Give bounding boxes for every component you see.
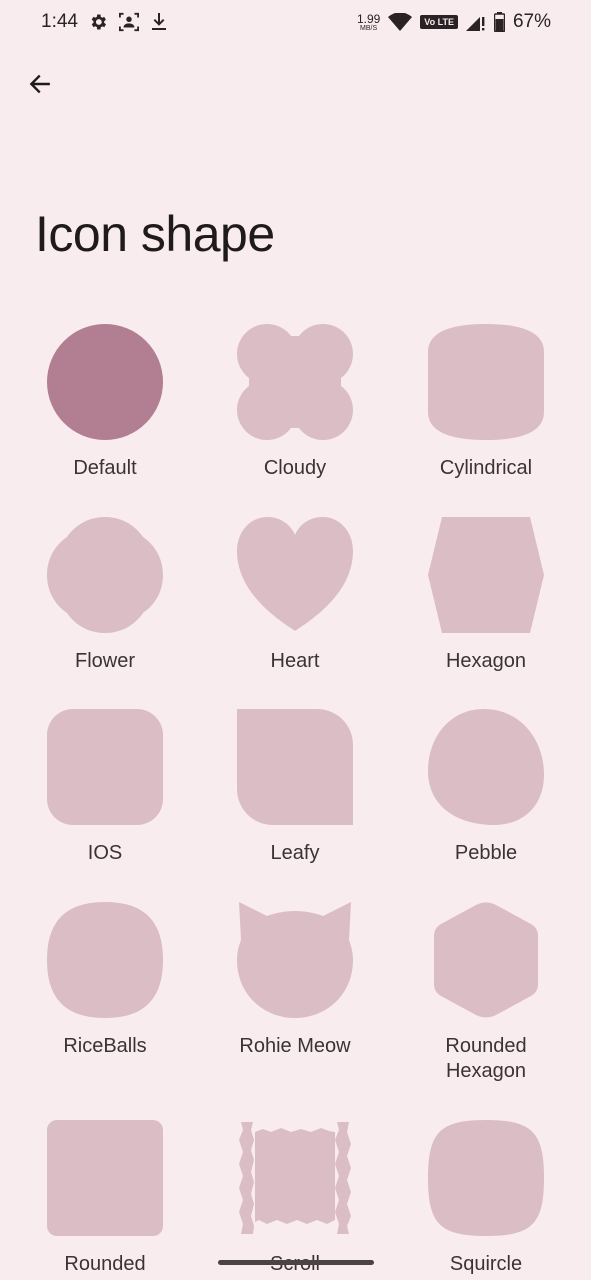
shape-option-heart[interactable]: Heart bbox=[205, 517, 385, 702]
cylindrical-shape-icon bbox=[428, 324, 544, 440]
shape-option-cloudy[interactable]: Cloudy bbox=[205, 324, 385, 509]
shape-option-flower[interactable]: Flower bbox=[15, 517, 195, 702]
icon-shape-screen: 1:44 1.99 MB/S Vo LTE 67% Icon shape Def… bbox=[0, 0, 591, 1280]
shape-label: Squircle bbox=[449, 1253, 523, 1275]
shape-option-rounded-hexagon[interactable]: Rounded Hexagon bbox=[396, 902, 576, 1087]
rohie-meow-shape-icon bbox=[237, 902, 353, 1018]
flower-shape-icon bbox=[47, 517, 163, 633]
shape-option-ios[interactable]: IOS bbox=[15, 709, 195, 894]
scroll-shape-icon bbox=[239, 1122, 351, 1234]
ios-shape-icon bbox=[47, 709, 163, 825]
shape-option-squircle[interactable]: Squircle bbox=[396, 1120, 576, 1280]
shape-label: Rounded Hexagon bbox=[445, 1035, 527, 1082]
heart-shape-icon bbox=[237, 517, 353, 631]
cloudy-shape-icon bbox=[237, 324, 353, 440]
rounded-hexagon-shape-icon bbox=[434, 902, 538, 1018]
shape-label: Cloudy bbox=[263, 457, 327, 479]
hexagon-shape-icon bbox=[428, 517, 544, 633]
rounded-shape-icon bbox=[47, 1120, 163, 1236]
shape-label: Rounded bbox=[64, 1253, 146, 1275]
shape-label: Default bbox=[73, 457, 137, 479]
shape-label: Pebble bbox=[454, 842, 518, 864]
shape-option-pebble[interactable]: Pebble bbox=[396, 709, 576, 894]
shape-label: Rohie Meow bbox=[239, 1035, 351, 1057]
shape-grid: Default Cloudy Cylindrical Flower Heart … bbox=[0, 0, 591, 1280]
shape-label: Cylindrical bbox=[439, 457, 533, 479]
pebble-shape-icon bbox=[428, 709, 544, 825]
riceballs-shape-icon bbox=[47, 902, 163, 1018]
squircle-shape-icon bbox=[428, 1120, 544, 1236]
shape-label: RiceBalls bbox=[63, 1035, 147, 1057]
shape-label: IOS bbox=[87, 842, 123, 864]
shape-option-rohie-meow[interactable]: Rohie Meow bbox=[205, 902, 385, 1087]
shape-option-rounded[interactable]: Rounded bbox=[15, 1120, 195, 1280]
default-shape-icon bbox=[47, 324, 163, 440]
shape-option-cylindrical[interactable]: Cylindrical bbox=[396, 324, 576, 509]
shape-option-hexagon[interactable]: Hexagon bbox=[396, 517, 576, 702]
shape-label: Hexagon bbox=[445, 650, 527, 672]
shape-option-riceballs[interactable]: RiceBalls bbox=[15, 902, 195, 1087]
shape-option-default[interactable]: Default bbox=[15, 324, 195, 509]
gesture-nav-handle[interactable] bbox=[218, 1260, 374, 1265]
shape-option-scroll[interactable]: Scroll bbox=[205, 1120, 385, 1280]
shape-label: Flower bbox=[74, 650, 135, 672]
shape-label: Leafy bbox=[270, 842, 320, 864]
shape-label: Heart bbox=[270, 650, 320, 672]
leafy-shape-icon bbox=[237, 709, 353, 825]
shape-option-leafy[interactable]: Leafy bbox=[205, 709, 385, 894]
